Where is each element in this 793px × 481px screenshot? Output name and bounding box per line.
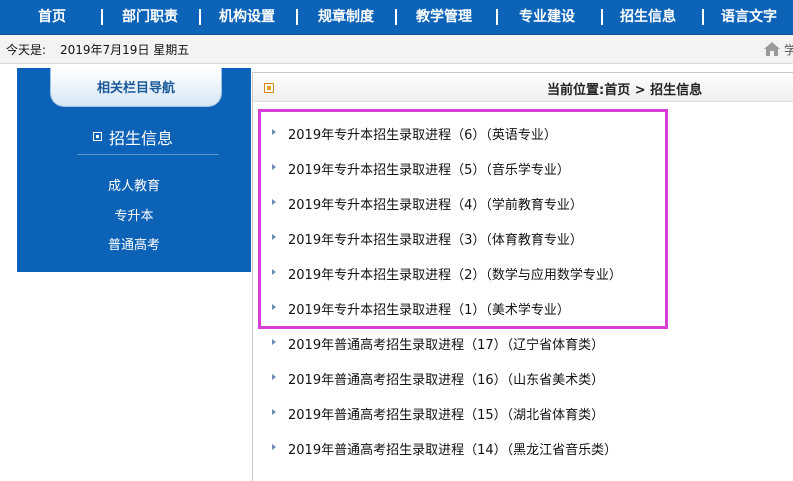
nav-separator — [496, 9, 498, 25]
home-link-text[interactable]: 学 — [784, 41, 793, 58]
sidebar-link-gaokao[interactable]: 普通高考 — [17, 234, 251, 253]
list-item-link[interactable]: 2019年普通高考招生录取进程（15）（湖北省体育类） — [288, 404, 604, 423]
nav-separator — [199, 9, 201, 25]
sidebar-heading: 招生信息 — [109, 129, 174, 148]
nav-item-teaching[interactable]: 教学管理 — [416, 0, 472, 34]
breadcrumb: 当前位置:首页 > 招生信息 — [547, 83, 703, 98]
square-bullet-icon — [264, 83, 274, 93]
nav-separator — [702, 9, 704, 25]
date-label: 今天是: — [6, 43, 47, 57]
sidebar: 相关栏目导航 招生信息 成人教育 专升本 普通高考 — [17, 68, 251, 272]
nav-item-department[interactable]: 部门职责 — [122, 0, 178, 34]
triangle-bullet-icon — [272, 339, 276, 345]
nav-item-language[interactable]: 语言文字 — [721, 0, 777, 34]
triangle-bullet-icon — [272, 374, 276, 380]
sidebar-title-box: 相关栏目导航 — [50, 68, 222, 107]
sidebar-title: 相关栏目导航 — [96, 81, 175, 96]
square-bullet-icon — [93, 132, 102, 141]
nav-separator — [101, 9, 103, 25]
nav-item-home[interactable]: 首页 — [38, 0, 66, 34]
nav-separator — [601, 9, 603, 25]
triangle-bullet-icon — [272, 409, 276, 415]
list-item-link[interactable]: 2019年普通高考招生录取进程（17）（辽宁省体育类） — [288, 334, 604, 353]
nav-separator — [395, 9, 397, 25]
home-icon[interactable] — [763, 41, 781, 57]
top-nav: 首页 部门职责 机构设置 规章制度 教学管理 专业建设 招生信息 语言文字 — [0, 0, 793, 35]
nav-item-regulations[interactable]: 规章制度 — [318, 0, 374, 34]
sidebar-link-upgrade[interactable]: 专升本 — [17, 205, 251, 224]
date-bar: 今天是: 2019年7月19日 星期五 学 — [0, 35, 793, 64]
nav-item-admissions[interactable]: 招生信息 — [620, 0, 676, 34]
nav-item-organization[interactable]: 机构设置 — [219, 0, 275, 34]
nav-separator — [296, 9, 298, 25]
sidebar-divider — [77, 154, 219, 155]
sidebar-link-adult-education[interactable]: 成人教育 — [17, 175, 251, 194]
list-item-link[interactable]: 2019年普通高考招生录取进程（16）（山东省美术类） — [288, 369, 604, 388]
highlight-box — [258, 109, 668, 329]
content-header: 当前位置:首页 > 招生信息 — [253, 73, 793, 102]
current-date: 2019年7月19日 星期五 — [60, 43, 190, 57]
triangle-bullet-icon — [272, 444, 276, 450]
list-item-link[interactable]: 2019年普通高考招生录取进程（14）（黑龙江省音乐类） — [288, 439, 617, 458]
nav-item-majors[interactable]: 专业建设 — [519, 0, 575, 34]
